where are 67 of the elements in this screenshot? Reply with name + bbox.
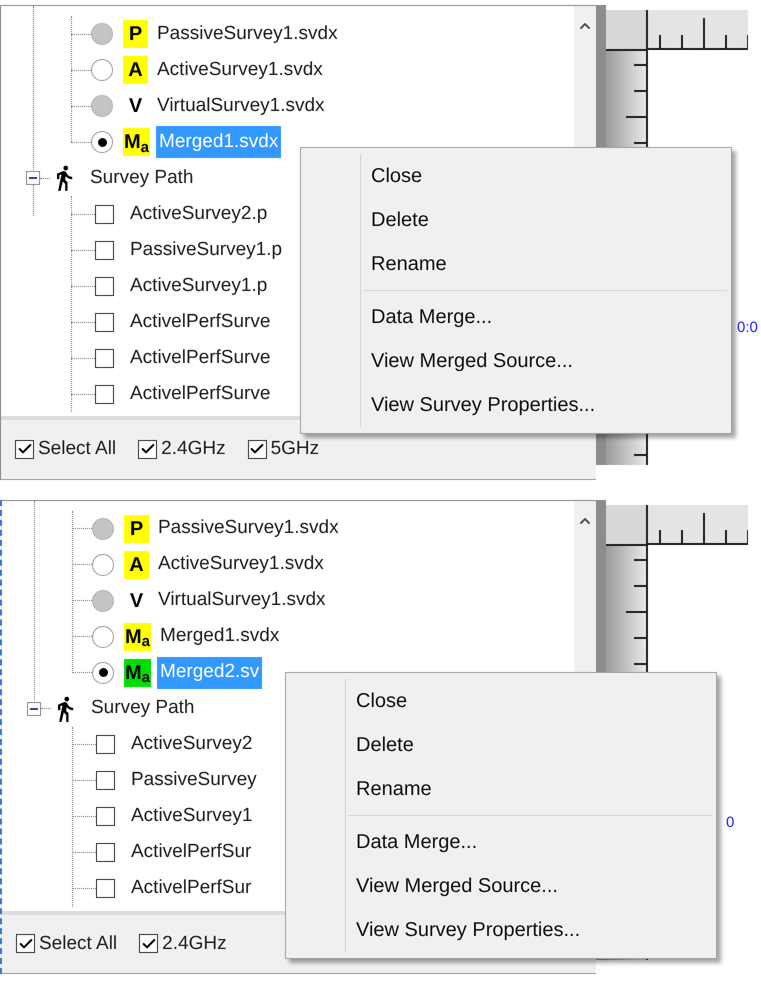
survey-type-letter: P [130,518,144,538]
filter-label[interactable]: 2.4GHz [162,930,227,958]
menu-item[interactable]: Data Merge... [363,295,727,339]
survey-type-letter: V [128,96,142,116]
filter-label[interactable]: 2.4GHz [161,435,226,464]
survey-type-letter: P [128,24,142,44]
radio-button[interactable] [92,554,114,576]
file-name[interactable]: ActiveSurvey1.svdx [155,548,327,580]
filter-checkbox[interactable] [139,934,158,954]
path-file-name[interactable]: ActivelPerfSurve [130,308,270,336]
survey-type-letter: V [130,590,144,610]
menu-item[interactable]: View Merged Source... [348,864,712,908]
tree-node-label[interactable]: Survey Path [90,164,194,192]
path-file-name[interactable]: ActiveSurvey2 [131,730,252,759]
checkbox[interactable] [96,735,115,754]
path-file-name[interactable]: ActiveSurvey1.p [130,272,268,300]
filter-checkbox[interactable] [16,934,35,954]
checkbox[interactable] [96,771,115,790]
collapse-icon[interactable] [26,171,40,185]
checkbox[interactable] [95,204,114,224]
collapse-icon[interactable] [27,702,41,716]
survey-type-letter: M$_{a}$ [124,132,150,152]
survey-type-letter: A [129,554,144,574]
path-file-name[interactable]: ActivelPerfSur [131,838,252,867]
radio-button[interactable] [91,59,113,81]
radio-button[interactable] [92,662,114,684]
survey-type-letter: M$_{a}$ [125,626,150,646]
file-name[interactable]: Merged1.svdx [157,620,282,652]
path-file-name[interactable]: PassiveSurvey1.p [130,236,282,264]
menu-item[interactable]: Delete [286,722,716,766]
filter-label[interactable]: Select All [38,435,116,464]
tree-node-label[interactable]: Survey Path [91,694,194,723]
checkbox[interactable] [96,807,115,826]
filter-label[interactable]: 5GHz [270,435,320,464]
ruler-coordinate: 0 [726,812,734,832]
path-file-name[interactable]: ActivelPerfSur [131,874,252,903]
menu-item[interactable]: View Survey Properties... [363,383,727,427]
menu-item[interactable]: Delete [301,198,731,242]
menu-item[interactable]: View Merged Source... [363,339,727,383]
path-file-name[interactable]: PassiveSurvey [131,766,257,795]
menu-item[interactable]: Close [301,154,731,198]
filter-label[interactable]: Select All [39,930,118,958]
checkbox[interactable] [95,384,114,404]
path-file-name[interactable]: ActivelPerfSurve [130,344,270,372]
menu-item[interactable]: Data Merge... [348,820,712,864]
file-name[interactable]: ActiveSurvey1.svdx [154,54,326,86]
path-file-name[interactable]: ActivelPerfSurve [130,380,270,408]
checkbox[interactable] [96,879,115,898]
checkbox[interactable] [96,843,115,862]
filter-checkbox[interactable] [248,440,267,459]
checkbox[interactable] [95,312,114,332]
menu-item[interactable]: Rename [301,242,731,286]
menu-item[interactable]: View Survey Properties... [348,908,712,952]
survey-type-letter: A [128,60,143,80]
ruler-coordinate: 0:0 [737,318,758,338]
menu-item[interactable]: Close [286,678,716,722]
checkbox[interactable] [95,240,114,260]
filter-checkbox[interactable] [15,440,34,459]
survey-type-letter: M$_{a}$ [125,662,150,682]
filter-checkbox[interactable] [138,440,158,459]
path-file-name[interactable]: ActiveSurvey2.p [130,200,268,228]
radio-button[interactable] [91,131,113,153]
checkbox[interactable] [95,348,114,368]
checkbox[interactable] [95,276,114,296]
radio-button[interactable] [92,626,114,648]
path-file-name[interactable]: ActiveSurvey1 [131,802,252,831]
menu-item[interactable]: Rename [286,766,716,810]
